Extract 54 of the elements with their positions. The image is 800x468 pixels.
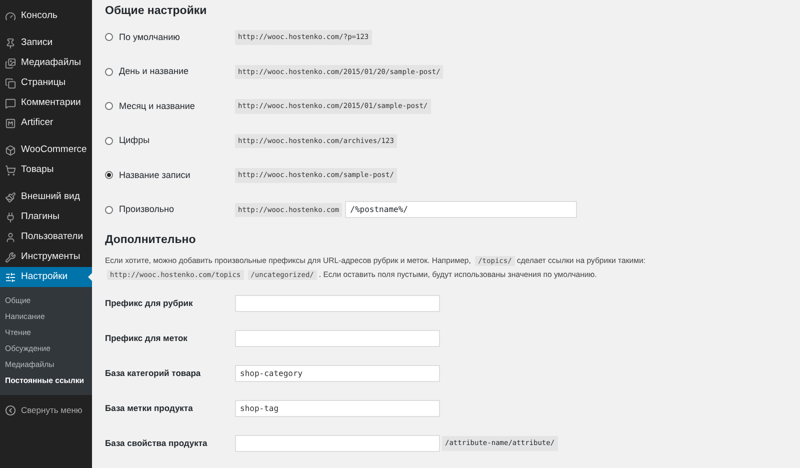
sidebar-item[interactable]: Медиафайлы bbox=[0, 53, 92, 73]
radio-button[interactable] bbox=[105, 171, 113, 180]
sliders-icon bbox=[5, 272, 16, 282]
sidebar-item[interactable]: Настройки bbox=[0, 267, 92, 287]
field-label: База свойства продукта bbox=[105, 437, 208, 450]
pointer-icon bbox=[88, 273, 92, 281]
radio-button[interactable] bbox=[105, 136, 113, 145]
sidebar-item[interactable]: Страницы bbox=[0, 73, 92, 93]
text-field[interactable]: shop-category bbox=[235, 365, 440, 382]
field-label: Префикс для меток bbox=[105, 332, 188, 345]
square-letter-icon bbox=[5, 118, 16, 128]
collapse-icon bbox=[5, 404, 16, 416]
text-field[interactable]: shop-tag bbox=[235, 400, 440, 417]
option-label: Произвольно bbox=[119, 203, 174, 216]
option-label: Название записи bbox=[119, 168, 190, 182]
option-label: Месяц и название bbox=[119, 100, 195, 113]
field-label: База категорий товара bbox=[105, 367, 202, 380]
images-icon bbox=[5, 58, 16, 68]
field-label: Префикс для рубрик bbox=[105, 297, 194, 310]
sidebar-item[interactable]: Внешний вид bbox=[0, 187, 92, 207]
wrench-icon bbox=[5, 252, 16, 262]
section-title: Дополнительно bbox=[105, 233, 197, 248]
radio-button[interactable] bbox=[105, 206, 113, 214]
collapse-menu-button[interactable]: Свернуть меню bbox=[0, 399, 92, 421]
text-field[interactable] bbox=[235, 330, 440, 347]
user-icon bbox=[5, 232, 16, 242]
sidebar-item[interactable]: Консоль bbox=[0, 6, 92, 26]
pages-icon bbox=[5, 78, 16, 88]
sidebar-item[interactable]: Товары bbox=[0, 160, 92, 180]
option-label: Цифры bbox=[119, 134, 150, 147]
text-field[interactable] bbox=[235, 295, 440, 312]
gauge-icon bbox=[5, 10, 16, 22]
field-label: База метки продукта bbox=[105, 402, 194, 415]
sidebar-item[interactable]: Записи bbox=[0, 33, 92, 53]
pin-icon bbox=[5, 38, 16, 48]
option-label: День и название bbox=[119, 65, 188, 78]
radio-button[interactable] bbox=[105, 102, 113, 110]
plug-icon bbox=[5, 212, 16, 222]
sidebar-item[interactable]: WooCommerce bbox=[0, 140, 92, 160]
section-title: Общие настройки bbox=[105, 4, 208, 19]
sidebar-item[interactable]: Пользователи bbox=[0, 227, 92, 247]
sidebar-item[interactable]: Комментарии bbox=[0, 93, 92, 113]
custom-structure-field[interactable]: /%postname%/ bbox=[345, 201, 578, 218]
brush-icon bbox=[5, 192, 16, 202]
sidebar-item[interactable]: Плагины bbox=[0, 207, 92, 227]
cart-icon bbox=[5, 164, 16, 176]
radio-button[interactable] bbox=[105, 68, 113, 76]
option-label: По умолчанию bbox=[119, 30, 180, 44]
sidebar-item[interactable]: Artificer bbox=[0, 113, 92, 133]
sidebar-item[interactable]: Инструменты bbox=[0, 247, 92, 267]
box-icon bbox=[5, 144, 16, 156]
text-field[interactable] bbox=[235, 435, 440, 452]
comment-icon bbox=[5, 98, 16, 108]
radio-button[interactable] bbox=[105, 33, 113, 42]
